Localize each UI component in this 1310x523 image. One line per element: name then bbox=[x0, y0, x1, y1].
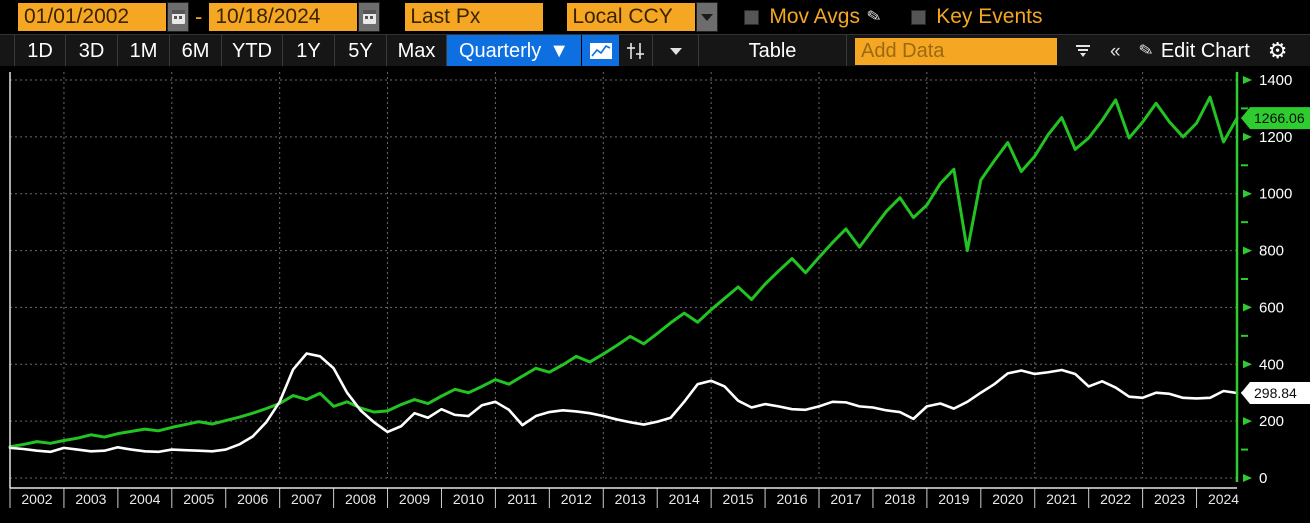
chevron-down-icon: ▼ bbox=[549, 39, 570, 62]
price-tag-green: 1266.06 bbox=[1241, 107, 1310, 130]
price-field-value: Last Px bbox=[410, 5, 481, 28]
mov-avgs-label: Mov Avgs bbox=[769, 5, 860, 28]
x-axis-tick-label: 2004 bbox=[129, 491, 160, 507]
period-button-6m[interactable]: 6M bbox=[170, 35, 222, 67]
price-tag-white: 298.84 bbox=[1241, 382, 1310, 405]
end-date-input[interactable]: 10/18/2024 bbox=[208, 2, 359, 32]
table-button[interactable]: Table bbox=[699, 35, 847, 67]
price-tag-green-value: 1266.06 bbox=[1254, 110, 1305, 126]
y-axis-tick-label: 0 bbox=[1259, 470, 1267, 487]
y-axis-tick-label: 400 bbox=[1259, 356, 1284, 373]
currency-dropdown-button[interactable] bbox=[696, 2, 719, 32]
double-chevron-left-icon: « bbox=[1110, 40, 1121, 62]
mov-avgs-toggle[interactable]: Mov Avgs ✎ bbox=[744, 5, 883, 29]
period-button-1y[interactable]: 1Y bbox=[283, 35, 335, 67]
gear-icon: ⚙ bbox=[1267, 38, 1288, 63]
period-button-5y[interactable]: 5Y bbox=[335, 35, 387, 67]
chevron-down-icon bbox=[701, 13, 714, 21]
mov-avgs-checkbox[interactable] bbox=[744, 9, 760, 25]
period-button-ytd[interactable]: YTD bbox=[222, 35, 283, 67]
currency-input[interactable]: Local CCY bbox=[566, 2, 697, 32]
start-date-input[interactable]: 01/01/2002 bbox=[17, 2, 167, 32]
toolbar-top: 01/01/2002 - 10/18/2024 Last Px Local CC… bbox=[0, 0, 1310, 34]
frequency-selector[interactable]: Quarterly ▼ bbox=[447, 35, 581, 67]
x-axis-tick-label: 2012 bbox=[561, 491, 592, 507]
add-data-placeholder: Add Data bbox=[861, 39, 945, 62]
calendar-icon bbox=[362, 10, 376, 24]
y-axis-tick-label: 800 bbox=[1259, 243, 1284, 260]
bar-chart-icon[interactable] bbox=[619, 35, 653, 67]
start-date-calendar-icon[interactable] bbox=[167, 2, 189, 32]
edit-chart-button[interactable]: ✎ Edit Chart bbox=[1130, 35, 1259, 67]
chart-background bbox=[0, 66, 1310, 523]
period-button-1d[interactable]: 1D bbox=[14, 35, 66, 67]
y-axis-tick-label: 1400 bbox=[1259, 72, 1292, 89]
price-tag-white-value: 298.84 bbox=[1254, 385, 1297, 401]
y-axis-tick-label: 200 bbox=[1259, 413, 1284, 430]
filter-icon bbox=[1076, 45, 1090, 57]
x-axis-tick-label: 2013 bbox=[615, 491, 646, 507]
x-axis-tick-label: 2007 bbox=[291, 491, 322, 507]
currency-value: Local CCY bbox=[572, 5, 673, 28]
chart-type-dropdown[interactable] bbox=[653, 35, 699, 67]
period-button-3d[interactable]: 3D bbox=[66, 35, 118, 67]
key-events-toggle[interactable]: Key Events bbox=[911, 5, 1042, 29]
key-events-checkbox[interactable] bbox=[911, 9, 927, 25]
x-axis-tick-label: 2018 bbox=[884, 491, 915, 507]
price-chart[interactable]: 0 200 400 600 800 1000 1200 1400 2002 2003 2004 20… bbox=[0, 66, 1310, 523]
key-events-label: Key Events bbox=[936, 5, 1043, 28]
chart-application: 01/01/2002 - 10/18/2024 Last Px Local CC… bbox=[0, 0, 1310, 523]
date-range-separator: - bbox=[195, 4, 203, 29]
add-data-input[interactable]: Add Data bbox=[855, 37, 1057, 65]
x-axis-tick-label: 2003 bbox=[75, 491, 106, 507]
x-axis-tick-label: 2002 bbox=[21, 491, 52, 507]
y-axis-tick-label: 1000 bbox=[1259, 186, 1292, 203]
price-field-input[interactable]: Last Px bbox=[404, 2, 545, 32]
x-axis-tick-label: 2019 bbox=[938, 491, 969, 507]
pencil-icon: ✎ bbox=[1136, 39, 1155, 62]
start-date-value: 01/01/2002 bbox=[24, 5, 130, 28]
x-axis-tick-label: 2008 bbox=[345, 491, 376, 507]
x-axis-tick-label: 2010 bbox=[453, 491, 484, 507]
y-axis-tick-label: 1200 bbox=[1259, 129, 1292, 146]
x-axis-tick-label: 2015 bbox=[723, 491, 754, 507]
x-axis-tick-label: 2023 bbox=[1154, 491, 1185, 507]
x-axis-tick-label: 2024 bbox=[1208, 491, 1239, 507]
filter-button[interactable] bbox=[1065, 35, 1101, 67]
x-axis-tick-label: 2016 bbox=[776, 491, 807, 507]
calendar-icon bbox=[171, 10, 185, 24]
toolbar-periods: 1D 3D 1M 6M YTD 1Y 5Y Max Quarterly ▼ Ta… bbox=[0, 34, 1310, 68]
pencil-icon[interactable]: ✎ bbox=[865, 6, 883, 29]
x-axis-tick-label: 2011 bbox=[507, 491, 537, 507]
edit-chart-label: Edit Chart bbox=[1160, 39, 1250, 62]
chevron-down-icon bbox=[669, 47, 682, 55]
x-axis-tick-label: 2009 bbox=[399, 491, 430, 507]
end-date-calendar-icon[interactable] bbox=[358, 2, 381, 32]
period-button-max[interactable]: Max bbox=[387, 35, 447, 67]
line-chart-icon[interactable] bbox=[581, 35, 619, 67]
x-axis-tick-label: 2022 bbox=[1100, 491, 1131, 507]
line-chart-glyph bbox=[588, 42, 613, 60]
x-axis-tick-label: 2017 bbox=[830, 491, 861, 507]
x-axis-tick-label: 2006 bbox=[237, 491, 268, 507]
x-axis-tick-label: 2014 bbox=[669, 491, 700, 507]
bar-chart-glyph bbox=[626, 43, 644, 59]
period-button-1m[interactable]: 1M bbox=[118, 35, 170, 67]
y-axis-tick-label: 600 bbox=[1259, 299, 1284, 316]
end-date-value: 10/18/2024 bbox=[215, 5, 321, 28]
settings-button[interactable]: ⚙ bbox=[1259, 35, 1297, 67]
x-axis-tick-label: 2020 bbox=[992, 491, 1023, 507]
chart-canvas[interactable]: 0 200 400 600 800 1000 1200 1400 2002 2003 2004 20… bbox=[0, 66, 1310, 523]
x-axis-tick-label: 2021 bbox=[1046, 491, 1077, 507]
x-axis-tick-label: 2005 bbox=[183, 491, 214, 507]
collapse-button[interactable]: « bbox=[1101, 35, 1130, 67]
frequency-label: Quarterly bbox=[458, 39, 542, 62]
